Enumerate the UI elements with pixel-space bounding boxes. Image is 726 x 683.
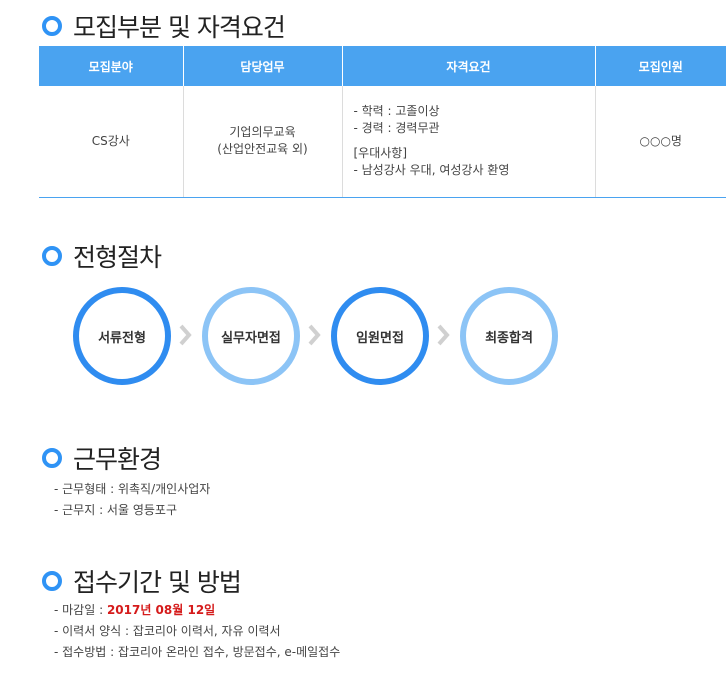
list-item: - 근무지 : 서울 영등포구: [54, 503, 177, 517]
section-title-environment: 근무환경: [42, 440, 162, 476]
header-qualification: 자격요건: [342, 46, 596, 86]
table-header-row: 모집분야 담당업무 자격요건 모집인원: [39, 46, 726, 86]
chevron-right-icon: [179, 324, 192, 346]
list-item: - 근무형태 : 위촉직/개인사업자: [54, 482, 211, 496]
circle-bullet-icon: [42, 246, 62, 266]
step-practical-interview: 실무자면접: [202, 287, 300, 385]
list-item: - 이력서 양식 : 잡코리아 이력서, 자유 이력서: [54, 624, 281, 638]
chevron-right-icon: [308, 324, 321, 346]
cell-duty: 기업의무교육 (산업안전교육 외): [183, 86, 343, 198]
step-document: 서류전형: [73, 287, 171, 385]
cell-qualification: - 학력 : 고졸이상 - 경력 : 경력무관 [우대사항] - 남성강사 우대…: [342, 86, 596, 198]
cell-field: CS강사: [39, 86, 184, 198]
table-row: CS강사 기업의무교육 (산업안전교육 외) - 학력 : 고졸이상 - 경력 …: [39, 86, 726, 198]
header-duty: 담당업무: [183, 46, 343, 86]
cell-count: ○○○명: [595, 86, 726, 198]
section-title-text: 전형절차: [73, 243, 162, 272]
header-field: 모집분야: [39, 46, 184, 86]
qualification-item: - 경력 : 경력무관: [353, 121, 440, 136]
section-title-text: 모집부분 및 자격요건: [73, 13, 286, 42]
section-title-recruit: 모집부분 및 자격요건: [42, 8, 286, 44]
header-count: 모집인원: [595, 46, 726, 86]
section-title-apply: 접수기간 및 방법: [42, 563, 242, 599]
circle-bullet-icon: [42, 448, 62, 468]
circle-bullet-icon: [42, 16, 62, 36]
deadline-label: - 마감일 :: [54, 603, 107, 617]
list-item-deadline: - 마감일 : 2017년 08월 12일: [54, 600, 340, 621]
chevron-right-icon: [437, 324, 450, 346]
qualification-item: - 학력 : 고졸이상: [353, 104, 440, 119]
section-title-process: 전형절차: [42, 238, 162, 274]
section-title-text: 접수기간 및 방법: [73, 568, 242, 597]
list-item: - 접수방법 : 잡코리아 온라인 접수, 방문접수, e-메일접수: [54, 645, 341, 659]
deadline-value: 2017년 08월 12일: [106, 603, 216, 617]
step-executive-interview: 임원면접: [331, 287, 429, 385]
preference-item: - 남성강사 우대, 여성강사 환영: [353, 163, 510, 178]
duty-line: 기업의무교육: [229, 125, 296, 140]
duty-line: (산업안전교육 외): [217, 142, 308, 157]
circle-bullet-icon: [42, 571, 62, 591]
step-final-pass: 최종합격: [460, 287, 558, 385]
environment-list: - 근무형태 : 위촉직/개인사업자 - 근무지 : 서울 영등포구: [54, 479, 210, 521]
section-title-text: 근무환경: [73, 445, 162, 474]
preference-title: [우대사항]: [353, 146, 408, 161]
apply-list: - 마감일 : 2017년 08월 12일 - 이력서 양식 : 잡코리아 이력…: [54, 600, 340, 663]
recruit-table: 모집분야 담당업무 자격요건 모집인원 CS강사 기업의무교육 (산업안전교육 …: [39, 46, 726, 198]
